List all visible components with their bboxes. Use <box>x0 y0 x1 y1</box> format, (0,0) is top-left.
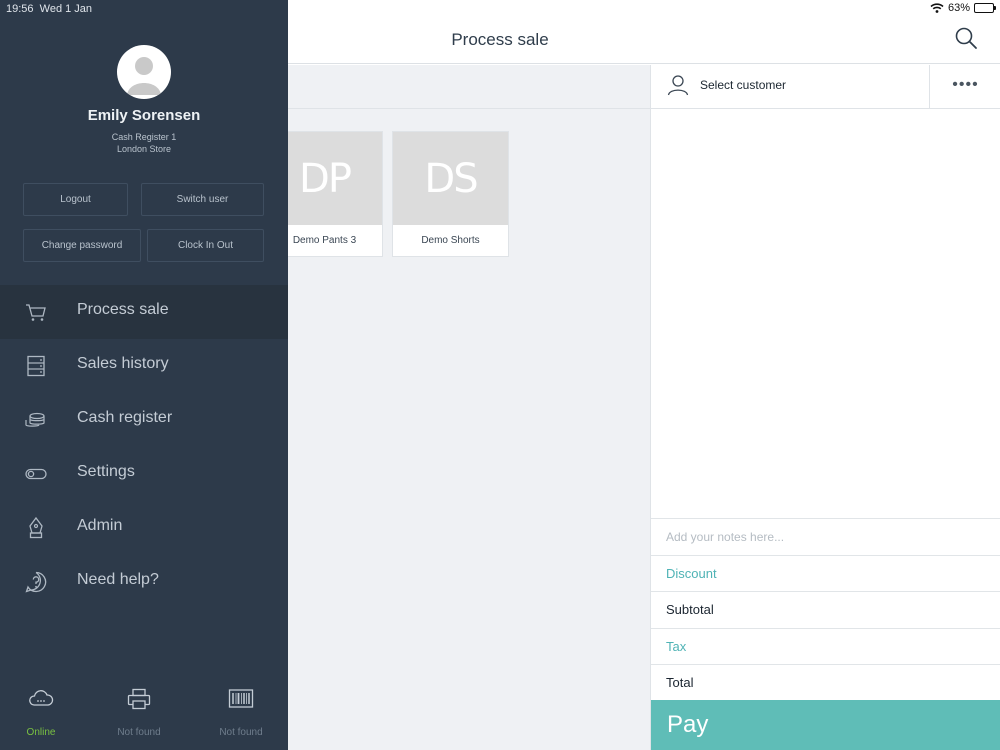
footer-barcode-status[interactable]: Not found <box>193 688 289 738</box>
footer-printer-status[interactable]: Not found <box>91 688 187 738</box>
register-name: Cash Register 1 <box>111 132 177 142</box>
cart-panel: Select customer •••• Add your notes here… <box>650 65 1000 750</box>
nav-label: Need help? <box>77 571 159 588</box>
store-name: London Store <box>116 144 172 154</box>
user-name: Emily Sorensen <box>87 107 201 124</box>
change-password-button[interactable]: Change password <box>23 229 141 262</box>
cart-icon <box>26 304 46 321</box>
cloud-icon <box>29 690 54 706</box>
status-date: Wed 1 Jan <box>39 3 93 15</box>
printer-icon <box>127 688 151 710</box>
product-name: Demo Shorts <box>421 235 480 246</box>
wifi-icon <box>930 3 944 13</box>
product-initials: DS <box>424 155 478 202</box>
nav-item-need-help[interactable]: Need help? <box>0 555 288 609</box>
coins-icon <box>25 412 45 427</box>
status-time: 19:56 <box>6 3 34 15</box>
history-icon <box>27 355 45 377</box>
nav-label: Admin <box>77 517 123 534</box>
total-row: Total <box>651 664 1000 701</box>
pen-icon <box>29 516 43 539</box>
footer-label: Online <box>26 727 56 738</box>
help-icon <box>25 571 47 593</box>
footer-label: Not found <box>117 727 161 738</box>
search-icon[interactable] <box>954 26 978 50</box>
sidebar-menu: Emily Sorensen Cash Register 1 London St… <box>0 0 288 750</box>
nav-label: Process sale <box>77 301 169 318</box>
avatar <box>117 45 171 99</box>
clock-in-out-button[interactable]: Clock In Out <box>147 229 264 262</box>
tax-row[interactable]: Tax <box>651 628 1000 665</box>
footer-label: Not found <box>219 727 263 738</box>
subtotal-row: Subtotal <box>651 591 1000 628</box>
nav-item-settings[interactable]: Settings <box>0 447 288 501</box>
logout-button[interactable]: Logout <box>23 183 128 216</box>
status-bar-time: 19:56 Wed 1 Jan <box>6 3 92 15</box>
status-bar-right: 63% <box>930 2 996 14</box>
nav-item-admin[interactable]: Admin <box>0 501 288 555</box>
product-image: DS <box>393 132 508 225</box>
switch-user-button[interactable]: Switch user <box>141 183 264 216</box>
toggle-icon <box>25 468 47 480</box>
nav-label: Cash register <box>77 409 173 426</box>
battery-percent: 63% <box>947 2 970 14</box>
product-initials: DP <box>299 155 352 202</box>
nav-label: Settings <box>77 463 135 480</box>
product-tile[interactable]: DS Demo Shorts <box>392 131 509 257</box>
nav-item-process-sale[interactable]: Process sale <box>0 285 288 339</box>
battery-icon <box>974 3 996 13</box>
nav-label: Sales history <box>77 355 169 372</box>
nav-item-sales-history[interactable]: Sales history <box>0 339 288 393</box>
select-customer-bar[interactable]: Select customer •••• <box>651 65 1000 109</box>
avatar-person-icon <box>127 57 161 95</box>
barcode-icon <box>228 689 254 708</box>
select-customer-label: Select customer <box>700 78 787 92</box>
user-icon <box>667 75 689 96</box>
notes-input[interactable]: Add your notes here... <box>651 518 1000 555</box>
discount-row[interactable]: Discount <box>651 555 1000 592</box>
footer-online-status[interactable]: Online <box>0 688 89 738</box>
pay-button[interactable]: Pay <box>651 700 1000 750</box>
more-options-button[interactable]: •••• <box>929 65 1000 109</box>
nav-item-cash-register[interactable]: Cash register <box>0 393 288 447</box>
